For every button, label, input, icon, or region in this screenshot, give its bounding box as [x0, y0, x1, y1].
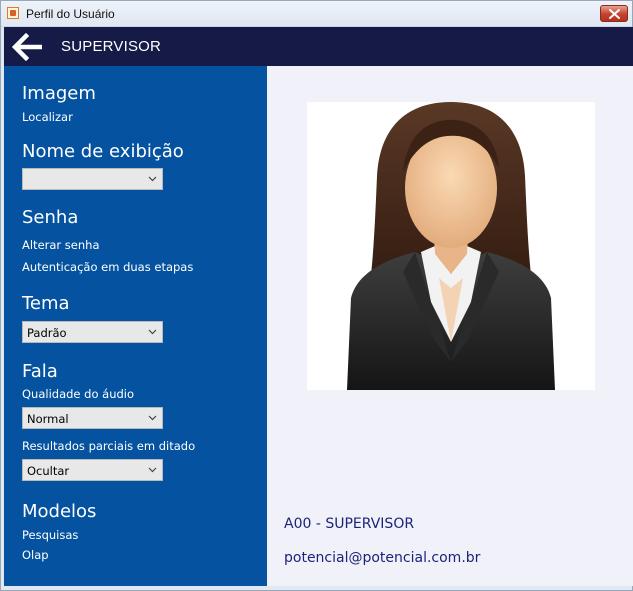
chevron-down-icon [148, 415, 157, 421]
audio-quality-label: Qualidade do áudio [22, 387, 135, 401]
close-button[interactable] [600, 5, 628, 22]
profile-panel: A00 - SUPERVISOR potencial@potencial.com… [267, 66, 633, 586]
chevron-down-icon [148, 329, 157, 335]
audio-quality-select[interactable]: Normal [22, 407, 163, 429]
window-title: Perfil do Usuário [26, 7, 115, 21]
pesquisas-link[interactable]: Pesquisas [22, 528, 78, 542]
theme-select[interactable]: Padrão [22, 321, 163, 343]
header-title: SUPERVISOR [61, 38, 162, 55]
audio-quality-value: Normal [27, 412, 69, 426]
section-tema-heading: Tema [22, 293, 70, 314]
title-bar: Perfil do Usuário [1, 1, 632, 27]
localizar-link[interactable]: Localizar [22, 110, 73, 124]
partial-results-label: Resultados parciais em ditado [22, 439, 196, 453]
display-name-select[interactable] [22, 168, 163, 190]
partial-results-value: Ocultar [27, 464, 70, 478]
chevron-down-icon [148, 467, 157, 473]
section-modelos-heading: Modelos [22, 501, 97, 522]
header-bar: SUPERVISOR [4, 27, 633, 66]
avatar [307, 102, 595, 390]
change-password-link[interactable]: Alterar senha [22, 238, 100, 252]
olap-link[interactable]: Olap [22, 548, 49, 562]
app-icon [7, 7, 19, 19]
window: Perfil do Usuário SUPERVISOR Imagem Loca… [0, 0, 633, 591]
section-nome-heading: Nome de exibição [22, 141, 184, 162]
section-imagem-heading: Imagem [22, 83, 96, 104]
theme-value: Padrão [27, 326, 67, 340]
section-fala-heading: Fala [22, 361, 58, 382]
two-factor-link[interactable]: Autenticação em duas etapas [22, 260, 193, 274]
partial-results-select[interactable]: Ocultar [22, 459, 163, 481]
arrow-left-icon [11, 32, 42, 62]
female-user-avatar [347, 102, 555, 390]
chevron-down-icon [148, 176, 157, 182]
user-email-label: potencial@potencial.com.br [284, 550, 481, 566]
back-button[interactable] [11, 32, 46, 62]
section-senha-heading: Senha [22, 207, 79, 228]
settings-sidebar: Imagem Localizar Nome de exibição Senha … [4, 66, 267, 586]
user-id-label: A00 - SUPERVISOR [284, 516, 415, 532]
close-icon [609, 9, 620, 19]
